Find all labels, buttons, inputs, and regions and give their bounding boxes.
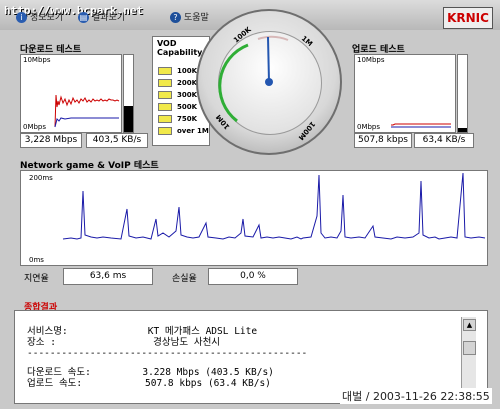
gauge-red-arc: [257, 35, 289, 41]
upload-line: [391, 123, 451, 126]
vod-item-200k: 200K: [158, 79, 197, 87]
upload-graph-svg: [391, 123, 451, 128]
gauge-label-100k: 100K: [232, 25, 253, 44]
network-ymin: 0ms: [29, 256, 44, 264]
download-graph: 10Mbps 0Mbps: [20, 54, 122, 133]
result-line-location: 장소 : 경상남도 사천시: [27, 337, 221, 348]
result-line-upload: 업로드 속도: 507.8 kbps (63.4 KB/s): [27, 378, 271, 389]
krnic-logo: KRNIC: [443, 7, 493, 29]
result-line-download: 다운로드 속도: 3.228 Mbps (403.5 KB/s): [27, 367, 274, 378]
info-icon: i: [16, 12, 27, 23]
result-line-sep: ----------------------------------------…: [27, 348, 308, 359]
download-kbs: 403,5 KB/s: [86, 133, 148, 148]
gauge-hub: [265, 78, 273, 86]
download-level-fill: [124, 106, 133, 132]
vod-item-750k: 750K: [158, 115, 197, 123]
network-graph-svg: [62, 172, 486, 240]
timestamp-caption: 대벌 / 2003-11-26 22:38:55: [340, 388, 492, 404]
gauge-label-10m: 10M: [215, 113, 232, 131]
upload-ymin: 0Mbps: [357, 123, 381, 131]
scroll-up-arrow[interactable]: ▲: [463, 319, 476, 331]
menu-info-button[interactable]: i 정보보기: [16, 10, 63, 23]
download-mbps: 3,228 Mbps: [20, 133, 82, 148]
question-icon: ?: [170, 12, 181, 23]
latency-value: 63,6 ms: [63, 268, 153, 285]
loss-value: 0,0 %: [208, 268, 298, 285]
network-graph: 200ms 0ms: [20, 170, 488, 266]
upload-kbs: 63,4 KB/s: [414, 133, 474, 148]
vod-item-500k: 500K: [158, 103, 197, 111]
vod-item-300k: 300K: [158, 91, 197, 99]
gauge-needle: [267, 36, 270, 83]
gauge-label-1m: 1M: [300, 34, 314, 48]
upload-ymax: 10Mbps: [357, 56, 385, 64]
download-graph-svg: [54, 94, 120, 128]
download-line-dark: [54, 117, 119, 128]
download-ymin: 0Mbps: [23, 123, 47, 131]
upload-kbps: 507,8 kbps: [354, 133, 412, 148]
gauge-green-arc: [218, 43, 249, 123]
menu-results-button[interactable]: ▤ 결과보기: [78, 10, 125, 23]
download-ymax: 10Mbps: [23, 56, 51, 64]
gauge-ticks: [218, 35, 289, 123]
network-line: [62, 172, 486, 240]
result-line-service: 서비스명: KT 메가패스 ADSL Lite: [27, 326, 258, 337]
result-text: 서비스명: KT 메가패스 ADSL Lite 장소 : 경상남도 사천시 ----…: [27, 315, 307, 389]
upload-graph: 10Mbps 0Mbps: [354, 54, 456, 133]
vod-item-100k: 100K: [158, 67, 197, 75]
upload-level-bar: [457, 54, 468, 133]
loss-label: 손실율: [172, 274, 197, 284]
download-line: [54, 94, 120, 128]
latency-label: 지연율: [24, 274, 49, 284]
gauge-svg: 100K 1M 10M 100M: [215, 25, 317, 142]
gauge-label-100m: 100M: [297, 120, 317, 142]
results-icon: ▤: [78, 12, 89, 23]
network-ymax: 200ms: [29, 174, 53, 182]
upload-level-fill: [458, 128, 467, 132]
scroll-thumb[interactable]: [463, 341, 476, 355]
download-level-bar: [123, 54, 134, 133]
